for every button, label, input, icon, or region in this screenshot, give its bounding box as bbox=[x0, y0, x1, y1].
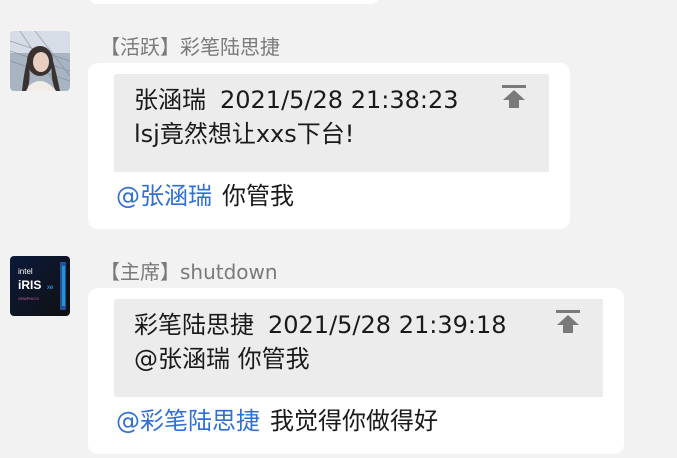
quote-header: 张涵瑞 2021/5/28 21:38:23 bbox=[134, 84, 472, 116]
message-text: 我觉得你做得好 bbox=[270, 407, 438, 435]
quote-time: 2021/5/28 21:38:23 bbox=[220, 86, 459, 114]
mention-link[interactable]: @张涵瑞 bbox=[116, 182, 212, 210]
quote-author: 彩笔陆思捷 bbox=[134, 311, 254, 339]
quote-text: @张涵瑞 你管我 bbox=[134, 345, 310, 373]
quoted-message[interactable]: 彩笔陆思捷 2021/5/28 21:39:18 @张涵瑞 你管我 bbox=[114, 299, 603, 397]
quoted-message[interactable]: 张涵瑞 2021/5/28 21:38:23 lsj竟然想让xxs下台! bbox=[114, 74, 549, 172]
sender-name[interactable]: 【主席】shutdown bbox=[100, 256, 278, 285]
mention-link[interactable]: @彩笔陆思捷 bbox=[116, 407, 260, 435]
quote-text: lsj竟然想让xxs下台! bbox=[134, 120, 355, 148]
message-bubble[interactable]: 张涵瑞 2021/5/28 21:38:23 lsj竟然想让xxs下台! @张涵瑞… bbox=[88, 63, 570, 229]
reply-line: @张涵瑞 你管我 bbox=[116, 180, 294, 212]
avatar[interactable] bbox=[10, 31, 70, 91]
avatar-photo-icon bbox=[10, 31, 70, 91]
svg-text:GRAPHICS: GRAPHICS bbox=[18, 296, 39, 301]
jump-to-top-icon[interactable] bbox=[500, 82, 528, 110]
svg-text:xe: xe bbox=[47, 285, 54, 291]
intel-iris-logo-icon: intel iRIS xe GRAPHICS bbox=[10, 256, 70, 316]
avatar[interactable]: intel iRIS xe GRAPHICS bbox=[10, 256, 70, 316]
quote-author: 张涵瑞 bbox=[134, 86, 206, 114]
previous-message-bubble[interactable] bbox=[88, 0, 380, 4]
quote-time: 2021/5/28 21:39:18 bbox=[268, 311, 507, 339]
reply-line: @彩笔陆思捷 我觉得你做得好 bbox=[116, 405, 438, 437]
message-bubble[interactable]: 彩笔陆思捷 2021/5/28 21:39:18 @张涵瑞 你管我 @彩笔陆思捷我… bbox=[88, 288, 624, 454]
svg-text:intel: intel bbox=[18, 267, 33, 276]
chat-window: 【活跃】彩笔陆思捷 张涵瑞 2021/5/28 21:38:23 lsj竟然想让x… bbox=[0, 0, 677, 458]
svg-text:iRIS: iRIS bbox=[18, 278, 41, 292]
sender-name[interactable]: 【活跃】彩笔陆思捷 bbox=[100, 31, 280, 60]
message-text: 你管我 bbox=[222, 182, 294, 210]
quote-header: 彩笔陆思捷 2021/5/28 21:39:18 bbox=[134, 309, 520, 341]
jump-to-top-icon[interactable] bbox=[554, 307, 582, 335]
